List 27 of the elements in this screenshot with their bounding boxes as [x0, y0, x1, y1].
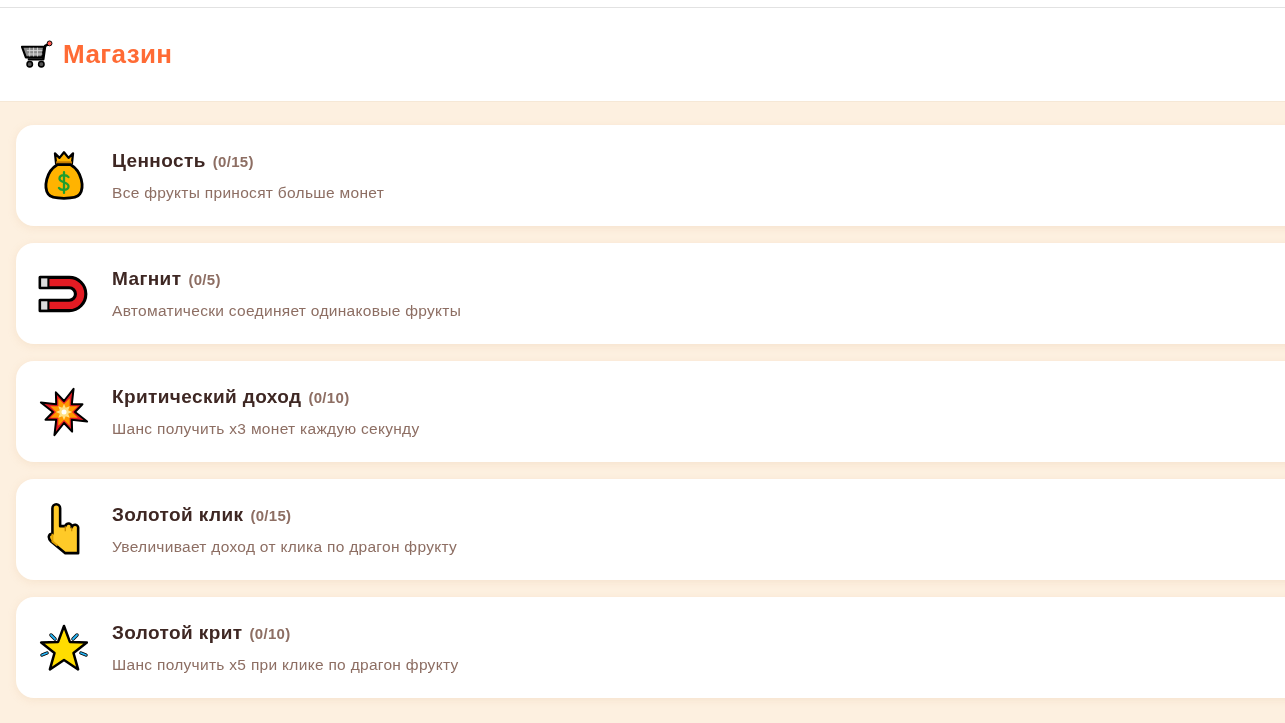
page-title: Магазин — [63, 38, 173, 71]
sparkling-star-icon — [39, 622, 89, 673]
upgrade-title: Ценность — [112, 149, 206, 174]
upgrade-card[interactable]: Критический доход (0/10) Шанс получить x3 монет каждую секунду — [16, 361, 1285, 462]
upgrade-title: Золотой крит — [112, 621, 243, 646]
upgrade-title: Магнит — [112, 267, 182, 292]
upgrade-count: (0/10) — [249, 624, 291, 645]
upgrade-description: Увеличивает доход от клика по драгон фрукту — [112, 536, 458, 557]
upgrade-card[interactable]: Золотой клик (0/15) Увеличивает доход от клика по драгон фрукту — [16, 479, 1285, 580]
upgrade-count: (0/5) — [188, 270, 221, 291]
upgrade-card[interactable]: Золотой крит (0/10) Шанс получить x5 при клике по драгон фрукту — [16, 597, 1285, 698]
shopping-cart-icon — [20, 40, 53, 69]
upgrade-count: (0/10) — [308, 388, 350, 409]
explosion-icon — [39, 386, 89, 437]
pointing-hand-icon — [46, 502, 82, 557]
upgrade-title: Критический доход — [112, 385, 302, 410]
upgrade-description: Автоматически соединяет одинаковые фрукты — [112, 300, 462, 321]
upgrade-count: (0/15) — [250, 506, 292, 527]
magnet-icon — [38, 274, 90, 313]
upgrade-description: Шанс получить x5 при клике по драгон фрукту — [112, 654, 459, 675]
upgrade-description: Все фрукты приносят больше монет — [112, 182, 385, 203]
upgrade-card[interactable]: Ценность (0/15) Все фрукты приносят больше монет — [16, 125, 1285, 226]
upgrade-title: Золотой клик — [112, 503, 244, 528]
upgrade-description: Шанс получить x3 монет каждую секунду — [112, 418, 420, 439]
upgrade-count: (0/15) — [212, 152, 254, 173]
money-bag-icon — [42, 149, 86, 202]
upgrade-card[interactable]: Магнит (0/5) Автоматически соединяет одинаковые фрукты — [16, 243, 1285, 344]
